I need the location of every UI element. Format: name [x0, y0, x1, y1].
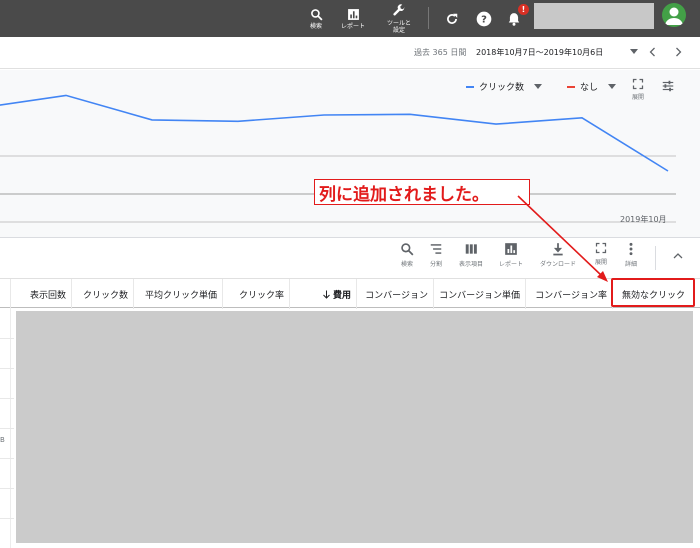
fullscreen-icon: [595, 242, 607, 254]
toolbar-expand-label: 展開: [594, 259, 607, 266]
topbar-divider: [428, 7, 429, 29]
table-toolbar: 検索 分割 表示項目 レポート ダウンロード 展開 詳細: [0, 238, 700, 278]
help-icon: ?: [476, 11, 492, 26]
column-header-cost-per-conversion[interactable]: コンバージョン単価: [433, 279, 525, 309]
refresh-icon: [447, 13, 458, 24]
help-button[interactable]: ?: [474, 0, 494, 37]
row-divider: [0, 458, 14, 459]
column-header-label: コンバージョン: [365, 290, 428, 301]
row-divider: [0, 338, 14, 339]
table-header-spacer: [0, 279, 10, 309]
chart-expand-button[interactable]: 展開: [632, 78, 644, 101]
toolbar-details-label: 詳細: [624, 261, 637, 268]
user-icon: [665, 7, 683, 25]
arrow-down-icon: [323, 290, 330, 299]
toolbar-details-button[interactable]: 詳細: [611, 242, 651, 268]
fullscreen-icon: [632, 78, 644, 90]
row-marker: B: [0, 436, 5, 444]
column-header-avg-cpc[interactable]: 平均クリック単価: [133, 279, 222, 309]
column-header-conversions[interactable]: コンバージョン: [356, 279, 433, 309]
redacted-table-data: [16, 311, 693, 543]
top-bar: 検索 レポート ツールと 設定 ? !: [0, 0, 700, 37]
row-divider: [0, 428, 14, 429]
search-button[interactable]: 検索: [304, 0, 328, 37]
chevron-right-icon[interactable]: [672, 46, 684, 58]
column-header-label: コンバージョン率: [535, 290, 607, 301]
metric2-selector[interactable]: なし: [567, 80, 617, 93]
search-icon: [310, 8, 323, 21]
tools-label-1: ツールと: [386, 19, 411, 27]
notification-badge: !: [518, 4, 529, 15]
column-header-cost[interactable]: 費用: [289, 279, 356, 309]
metric1-label: クリック数: [479, 83, 525, 93]
tools-label-2: 設定: [392, 26, 405, 34]
toolbar-report-button[interactable]: レポート: [491, 242, 531, 268]
metric1-color-swatch: [466, 85, 474, 88]
report-label: レポート: [340, 22, 365, 30]
line-chart: [0, 94, 676, 223]
chart-panel: クリック数 なし 展開 2019年10月: [0, 70, 700, 238]
wrench-icon: [393, 3, 405, 15]
chevron-up-icon[interactable]: [672, 250, 684, 262]
x-axis-tick-label: 2019年10月: [620, 215, 667, 224]
toolbar-segment-button[interactable]: 分割: [416, 242, 456, 268]
row-divider: [0, 518, 14, 519]
toolbar-columns-button[interactable]: 表示項目: [451, 242, 491, 268]
tune-icon[interactable]: [661, 79, 675, 93]
column-header-clicks[interactable]: クリック数: [71, 279, 133, 309]
column-header-label: 費用: [332, 290, 351, 301]
account-info[interactable]: [534, 3, 654, 29]
date-period-label: 過去 365 日間: [414, 48, 467, 57]
columns-icon: [465, 244, 477, 254]
date-range-selector[interactable]: 2018年10月7日～2019年10月6日: [476, 47, 603, 58]
avatar[interactable]: [662, 3, 686, 27]
more-vert-icon: [629, 242, 633, 256]
search-icon: [401, 243, 414, 256]
column-header-ctr[interactable]: クリック率: [222, 279, 289, 309]
segment-icon: [430, 244, 442, 254]
metric2-label: なし: [580, 83, 599, 93]
toolbar-columns-label: 表示項目: [458, 261, 483, 268]
annotation-text: 列に追加されました。: [319, 184, 489, 205]
row-divider: [0, 398, 14, 399]
download-icon: [553, 243, 563, 256]
table-header: 表示回数 クリック数 平均クリック単価 クリック率 費用 コンバージョン コンバ…: [0, 278, 700, 309]
metric2-color-swatch: [567, 85, 575, 88]
caret-down-icon: [534, 84, 543, 89]
row-divider: [0, 488, 14, 489]
column-header-label: 平均クリック単価: [144, 290, 217, 301]
table-body: B: [0, 308, 700, 548]
column-header-impressions[interactable]: 表示回数: [10, 279, 71, 309]
column-header-label: クリック率: [238, 290, 284, 301]
toolbar-divider: [655, 246, 656, 270]
toolbar-download-button[interactable]: ダウンロード: [538, 242, 578, 268]
chevron-left-icon[interactable]: [647, 46, 659, 58]
toolbar-download-label: ダウンロード: [539, 261, 576, 268]
chart-expand-label: 展開: [632, 94, 645, 101]
toolbar-report-label: レポート: [498, 261, 523, 268]
toolbar-search-label: 検索: [400, 261, 413, 268]
caret-down-icon: [608, 84, 617, 89]
column-header-label: コンバージョン単価: [439, 290, 520, 301]
tools-button[interactable]: ツールと 設定: [382, 0, 416, 37]
bar-chart-icon: [347, 8, 359, 20]
row-divider: [0, 368, 14, 369]
svg-text:?: ?: [481, 14, 487, 25]
annotation-callout: 列に追加されました。: [314, 179, 530, 205]
metric1-selector[interactable]: クリック数: [466, 80, 543, 93]
column-header-label: 表示回数: [29, 290, 66, 301]
new-column-highlight: [611, 278, 695, 307]
search-label: 検索: [309, 22, 322, 30]
report-button[interactable]: レポート: [338, 0, 368, 37]
column-header-conversion-rate[interactable]: コンバージョン率: [525, 279, 612, 309]
column-header-label: クリック数: [82, 290, 128, 301]
toolbar-segment-label: 分割: [429, 261, 442, 268]
date-bar: 過去 365 日間 2018年10月7日～2019年10月6日: [0, 37, 700, 69]
refresh-button[interactable]: [442, 0, 462, 37]
chart-series-line: [0, 94, 669, 172]
caret-down-icon[interactable]: [630, 49, 638, 54]
bar-chart-icon: [505, 243, 517, 255]
